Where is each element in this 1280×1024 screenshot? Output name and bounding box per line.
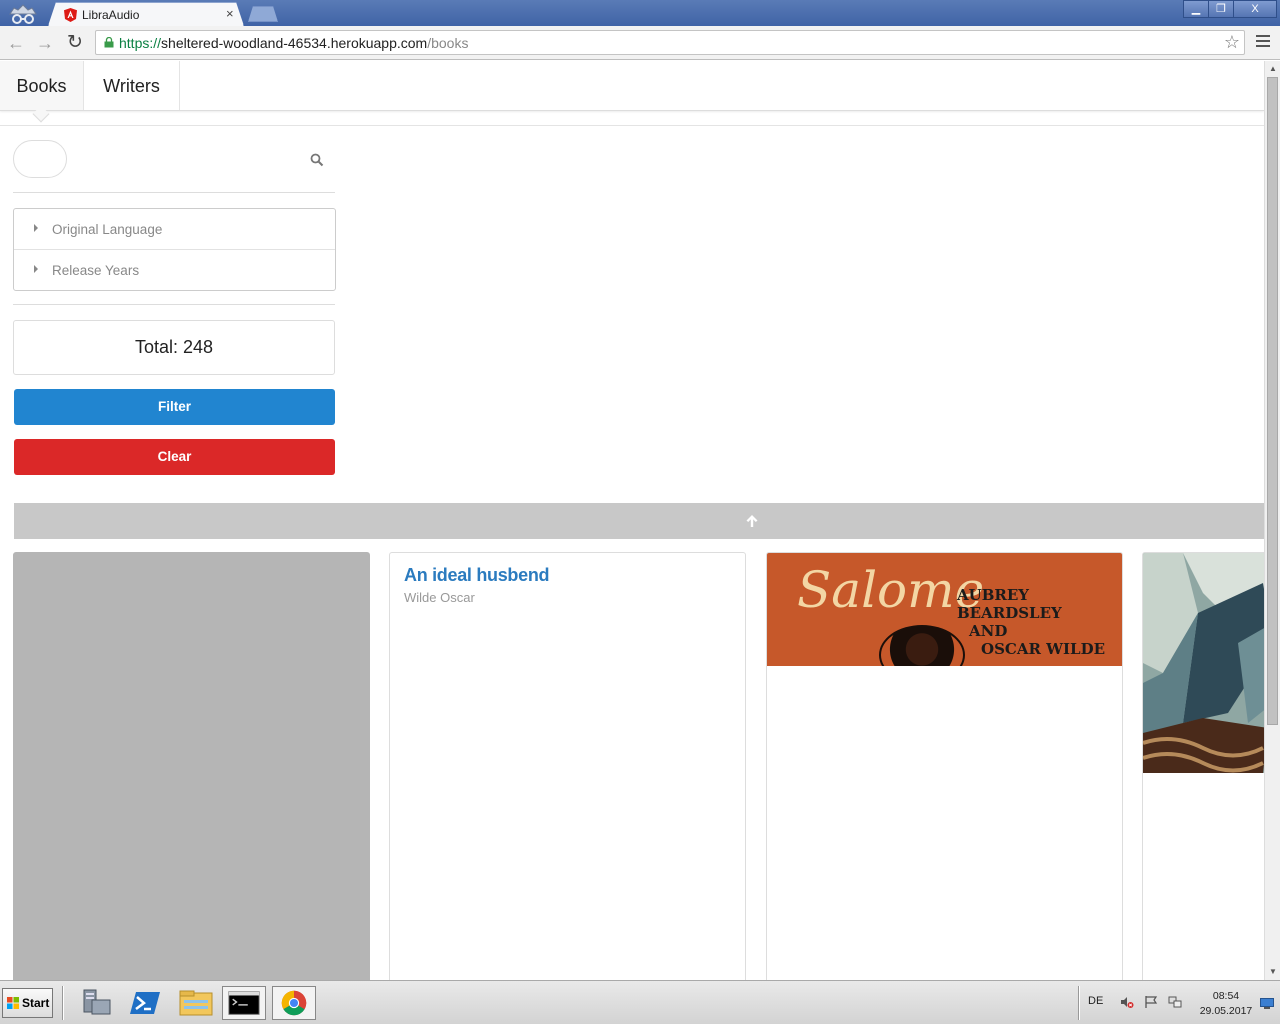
scroll-up-arrow-icon[interactable]: ▲: [1268, 64, 1278, 74]
top-navigation: Books Writers: [0, 61, 1264, 123]
network-icon[interactable]: [1168, 995, 1182, 1009]
url-text: https://sheltered-woodland-46534.herokua…: [119, 35, 469, 51]
filter-release-years[interactable]: Release Years: [14, 250, 335, 291]
search-icon[interactable]: [310, 153, 324, 167]
start-button[interactable]: Start: [2, 988, 53, 1018]
bookmark-star-icon[interactable]: ☆: [1224, 32, 1240, 53]
file-explorer-icon[interactable]: [174, 986, 218, 1020]
book-title[interactable]: An ideal husbend: [404, 565, 550, 586]
forward-arrow-icon[interactable]: →: [34, 32, 56, 54]
os-taskbar: Start DE 08:54 29.05.2017: [0, 980, 1280, 1024]
chrome-icon[interactable]: [272, 986, 316, 1020]
reload-icon[interactable]: ↻: [64, 32, 86, 54]
window-maximize-button[interactable]: ❐: [1208, 0, 1234, 18]
angular-favicon-icon: [64, 8, 77, 22]
header-divider: [0, 125, 1264, 126]
page-scrollbar[interactable]: ▲ ▼: [1264, 61, 1280, 980]
lock-icon: [104, 37, 114, 48]
address-bar[interactable]: https://sheltered-woodland-46534.herokua…: [95, 30, 1245, 55]
section-divider: [13, 192, 335, 193]
clock-date: 29.05.2017: [1199, 1005, 1253, 1017]
server-manager-icon[interactable]: [74, 986, 118, 1020]
scroll-up-bar[interactable]: [14, 503, 1264, 539]
tray-separator: [1078, 986, 1080, 1020]
tab-close-icon[interactable]: ×: [226, 6, 234, 21]
caret-right-icon: [34, 265, 38, 273]
filter-original-language[interactable]: Original Language: [14, 209, 335, 250]
book-card[interactable]: An ideal husbend Wilde Oscar: [389, 552, 746, 980]
powershell-icon[interactable]: [124, 986, 168, 1020]
cmd-icon[interactable]: [222, 986, 266, 1020]
page-content: Books Writers Original Language Release …: [0, 61, 1264, 980]
clear-button[interactable]: Clear: [14, 439, 335, 475]
show-desktop-icon[interactable]: [1260, 998, 1274, 1009]
taskbar-separator: [62, 986, 64, 1020]
book-cover-painting[interactable]: [1143, 553, 1264, 773]
back-arrow-icon[interactable]: ←: [5, 32, 27, 54]
filter-label: Original Language: [52, 222, 163, 237]
filter-accordion: Original Language Release Years: [13, 208, 336, 291]
arrow-up-icon: [746, 515, 758, 527]
language-indicator[interactable]: DE: [1088, 995, 1103, 1007]
cover-authors-text: AUBREY BEARDSLEY AND OSCAR WILDE: [957, 586, 1106, 658]
nav-tab-writers[interactable]: Writers: [84, 61, 180, 110]
caret-right-icon: [34, 224, 38, 232]
window-minimize-button[interactable]: ▁: [1183, 0, 1209, 18]
browser-toolbar: ← → ↻ https://sheltered-woodland-46534.h…: [0, 26, 1280, 60]
book-author: Wilde Oscar: [404, 590, 475, 605]
browser-menu-icon[interactable]: [1256, 35, 1270, 49]
clock[interactable]: 08:54 29.05.2017: [1196, 989, 1256, 1019]
incognito-icon: [9, 4, 37, 24]
cover-illustration: [879, 625, 965, 666]
book-cover-salome[interactable]: Salome AUBREY BEARDSLEY AND OSCAR WILDE: [767, 553, 1122, 666]
browser-titlebar: LibraAudio × ▁ ❐ X: [0, 0, 1280, 26]
window-close-button[interactable]: X: [1233, 0, 1277, 18]
search-box: [13, 140, 335, 180]
scroll-down-arrow-icon[interactable]: ▼: [1268, 967, 1278, 977]
nav-tab-books[interactable]: Books: [0, 61, 84, 110]
book-card[interactable]: Salome AUBREY BEARDSLEY AND OSCAR WILDE: [766, 552, 1123, 980]
total-count: Total: 248: [13, 320, 335, 375]
tab-title: LibraAudio: [82, 8, 140, 22]
clock-time: 08:54: [1212, 990, 1240, 1002]
action-center-flag-icon[interactable]: [1144, 995, 1158, 1009]
search-input[interactable]: [13, 140, 67, 178]
windows-flag-icon: [7, 997, 19, 1009]
book-card[interactable]: [1142, 552, 1264, 980]
speaker-muted-icon[interactable]: [1120, 995, 1134, 1009]
book-card[interactable]: [13, 552, 370, 980]
browser-tab-active[interactable]: LibraAudio ×: [48, 2, 244, 26]
section-divider: [13, 304, 335, 305]
filter-label: Release Years: [52, 263, 140, 278]
scrollbar-thumb[interactable]: [1267, 77, 1278, 725]
filter-button[interactable]: Filter: [14, 389, 335, 425]
start-label: Start: [22, 996, 50, 1010]
new-tab-button[interactable]: [248, 6, 278, 22]
